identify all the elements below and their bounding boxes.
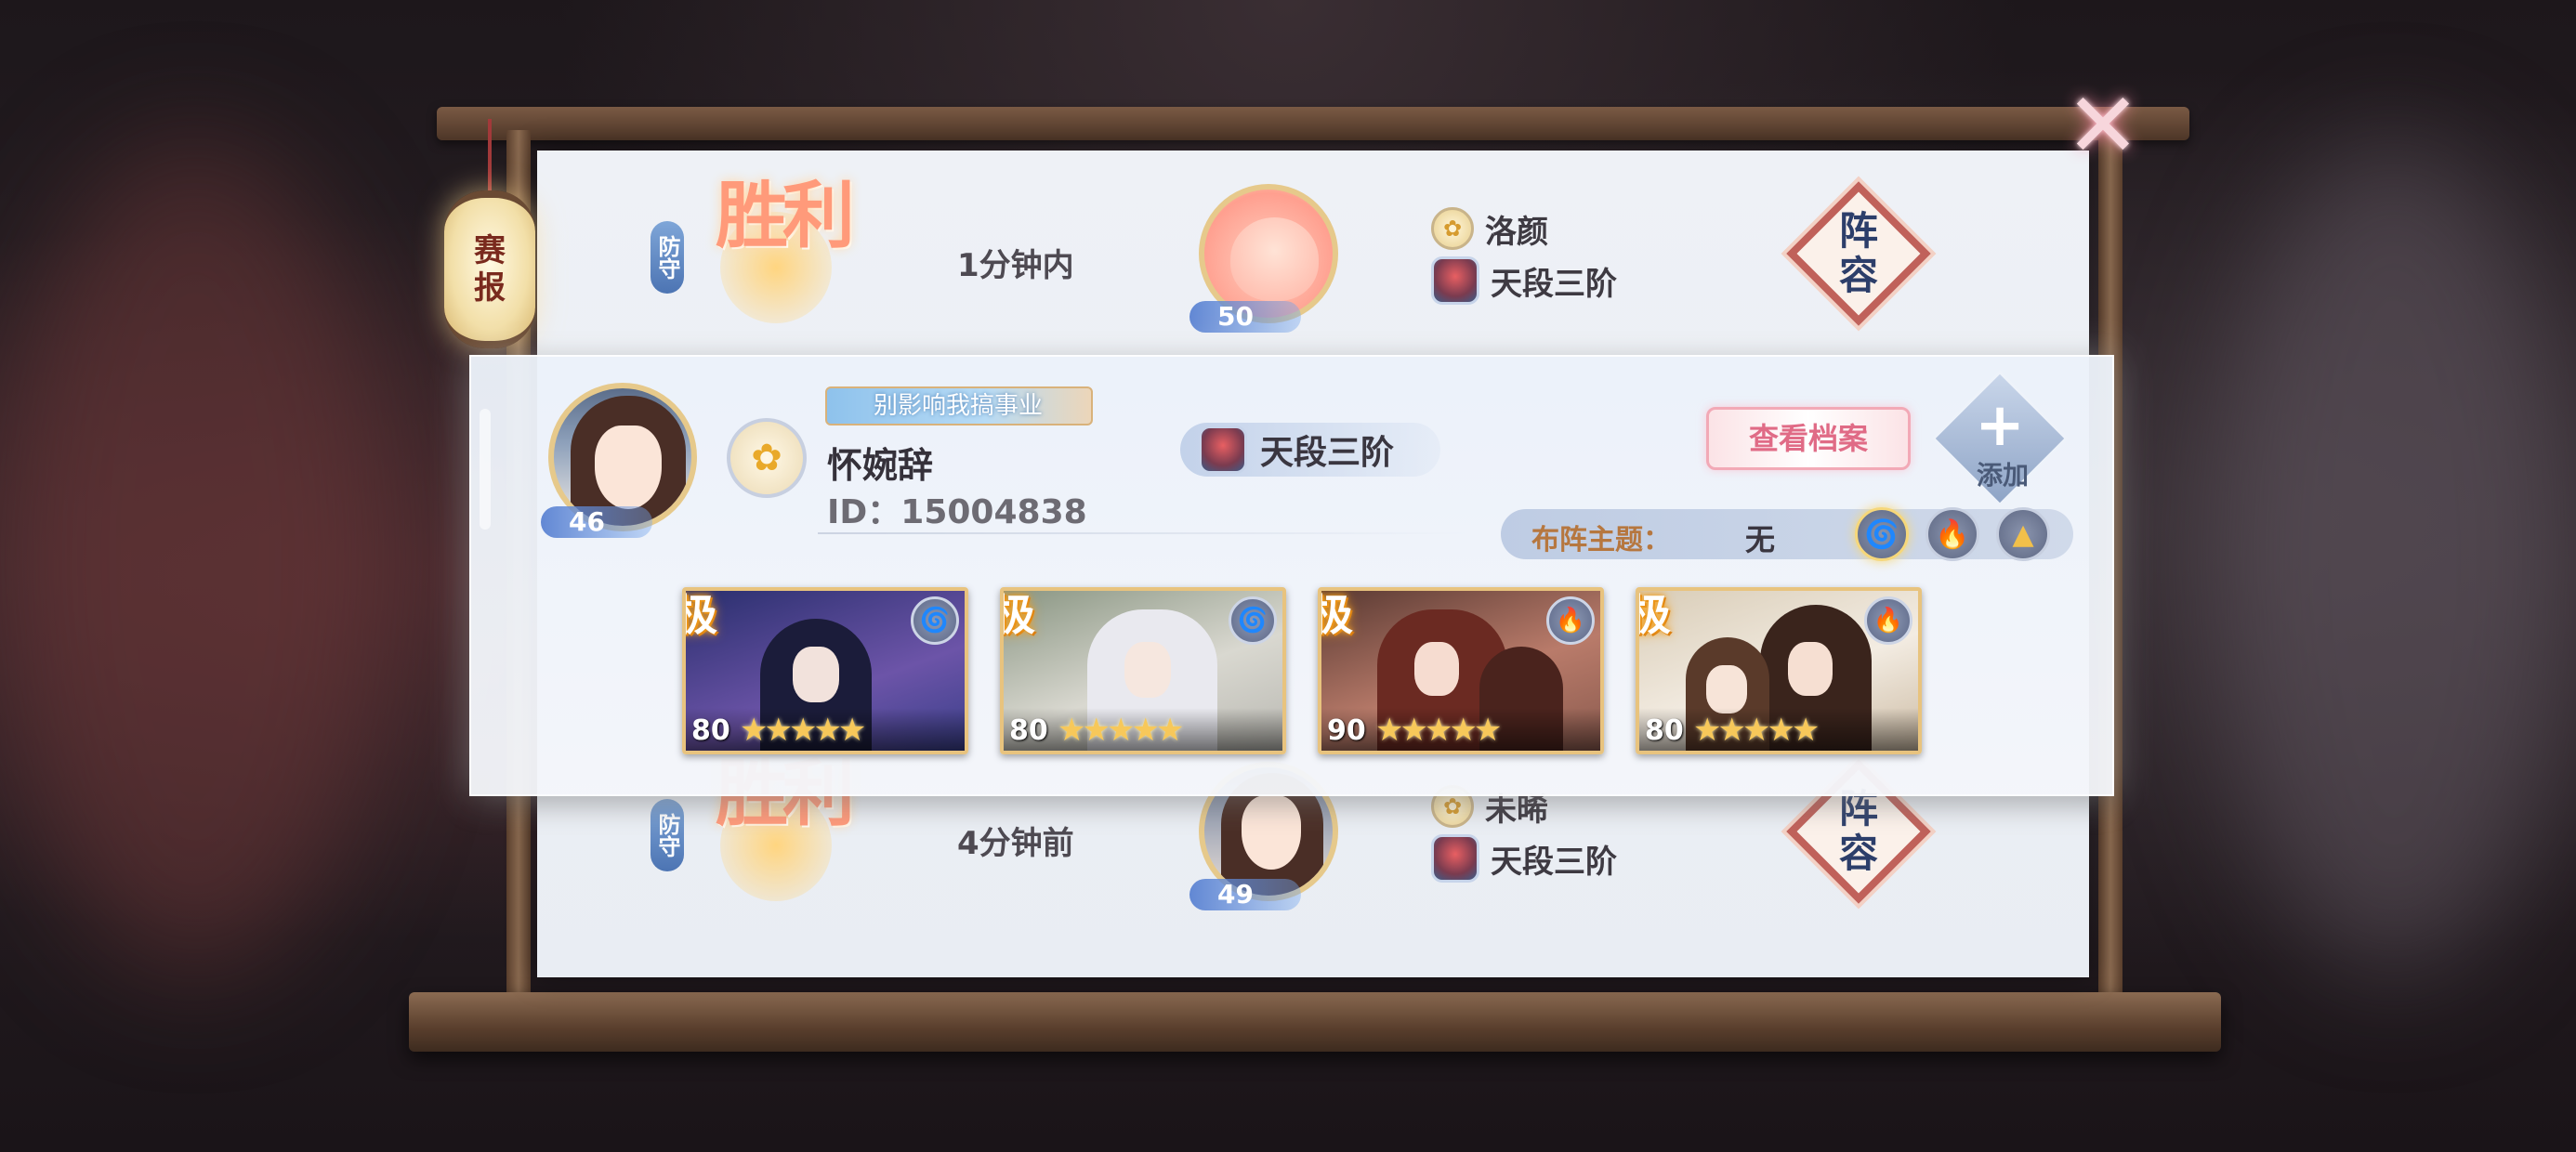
player-rank-text: 天段三阶: [1260, 434, 1395, 472]
close-icon[interactable]: ✕: [2061, 73, 2145, 177]
battle-report-lantern[interactable]: 赛 报: [444, 190, 535, 348]
view-profile-button[interactable]: 查看档案: [1706, 407, 1911, 470]
lineup-button[interactable]: [1786, 181, 1931, 326]
rank-icon: [1431, 834, 1479, 883]
card-grade: 极: [686, 591, 717, 643]
player-level: 46: [541, 506, 652, 538]
card-figure-face: [1124, 642, 1171, 698]
battle-record-row[interactable]: 防守 胜利 1分钟内 50 ✿ 洛颜 天段三阶 阵 容: [558, 156, 2082, 351]
player-id: ID：15004838: [827, 493, 1087, 531]
card-stars: ★★★★★: [1058, 712, 1184, 749]
fire-icon[interactable]: 🔥: [1925, 507, 1979, 561]
card-level: 90: [1327, 714, 1366, 747]
wind-icon[interactable]: 🌀: [1855, 507, 1909, 561]
frame-top-beam: [437, 107, 2189, 140]
character-card[interactable]: 极 🔥 90 ★★★★★: [1318, 587, 1604, 754]
card-figure-face: [793, 647, 839, 702]
opponent-name: 洛颜: [1485, 213, 1548, 251]
flower-emblem-icon: ✿: [1431, 207, 1474, 250]
player-title-badge: 别影响我搞事业: [825, 386, 1094, 425]
card-grade: 极: [1321, 591, 1353, 643]
player-rank-pill: 天段三阶: [1180, 423, 1441, 477]
card-level: 80: [1645, 714, 1684, 747]
player-name: 怀婉辞: [827, 445, 934, 486]
wind-icon: 🌀: [911, 596, 959, 645]
scrollbar[interactable]: [480, 409, 491, 530]
fire-icon: 🔥: [1864, 596, 1912, 645]
divider: [818, 532, 1468, 534]
bg-blur-right: [2212, 139, 2576, 975]
rank-icon: [1431, 256, 1479, 305]
lantern-string: [488, 119, 492, 193]
rank-icon: [1199, 425, 1247, 474]
earth-icon[interactable]: ▲: [1996, 507, 2050, 561]
lantern-char-2: 报: [474, 269, 506, 307]
opponent-level: 49: [1189, 879, 1301, 910]
flower-emblem-icon: ✿: [727, 418, 807, 498]
victory-label: 胜利: [716, 174, 855, 258]
card-stars: ★★★★★: [740, 712, 866, 749]
opponent-level: 50: [1189, 301, 1301, 333]
card-stars: ★★★★★: [1693, 712, 1820, 749]
fire-icon: 🔥: [1546, 596, 1595, 645]
card-level: 80: [691, 714, 730, 747]
bg-blur-left: [0, 139, 390, 975]
card-level: 80: [1009, 714, 1048, 747]
character-card[interactable]: 极 🌀 80 ★★★★★: [682, 587, 968, 754]
card-stars: ★★★★★: [1375, 712, 1502, 749]
opponent-rank: 天段三阶: [1491, 265, 1617, 303]
avatar-face-art: [1242, 795, 1301, 870]
opponent-rank: 天段三阶: [1491, 843, 1617, 881]
avatar-face-art: [595, 425, 662, 509]
formation-theme-label: 布阵主题：: [1531, 524, 1671, 556]
frame-base: [409, 992, 2221, 1052]
card-grade: 极: [1004, 591, 1035, 643]
defense-badge: 防守: [651, 221, 684, 294]
character-card[interactable]: 极 🔥 80 ★★★★★: [1636, 587, 1922, 754]
formation-theme-value: 无: [1745, 522, 1776, 557]
battle-time: 1分钟内: [957, 247, 1074, 284]
card-figure-face: [1706, 665, 1747, 713]
card-figure-face: [1414, 642, 1459, 696]
peach-avatar-art: [1230, 217, 1319, 301]
defense-badge: 防守: [651, 799, 684, 871]
card-figure-face: [1788, 642, 1833, 696]
battle-time: 4分钟前: [957, 825, 1074, 862]
lantern-char-1: 赛: [474, 232, 506, 269]
wind-icon: 🌀: [1229, 596, 1277, 645]
card-grade: 极: [1639, 591, 1671, 643]
character-card[interactable]: 极 🌀 80 ★★★★★: [1000, 587, 1286, 754]
add-friend-label: 添加: [1976, 460, 2029, 491]
